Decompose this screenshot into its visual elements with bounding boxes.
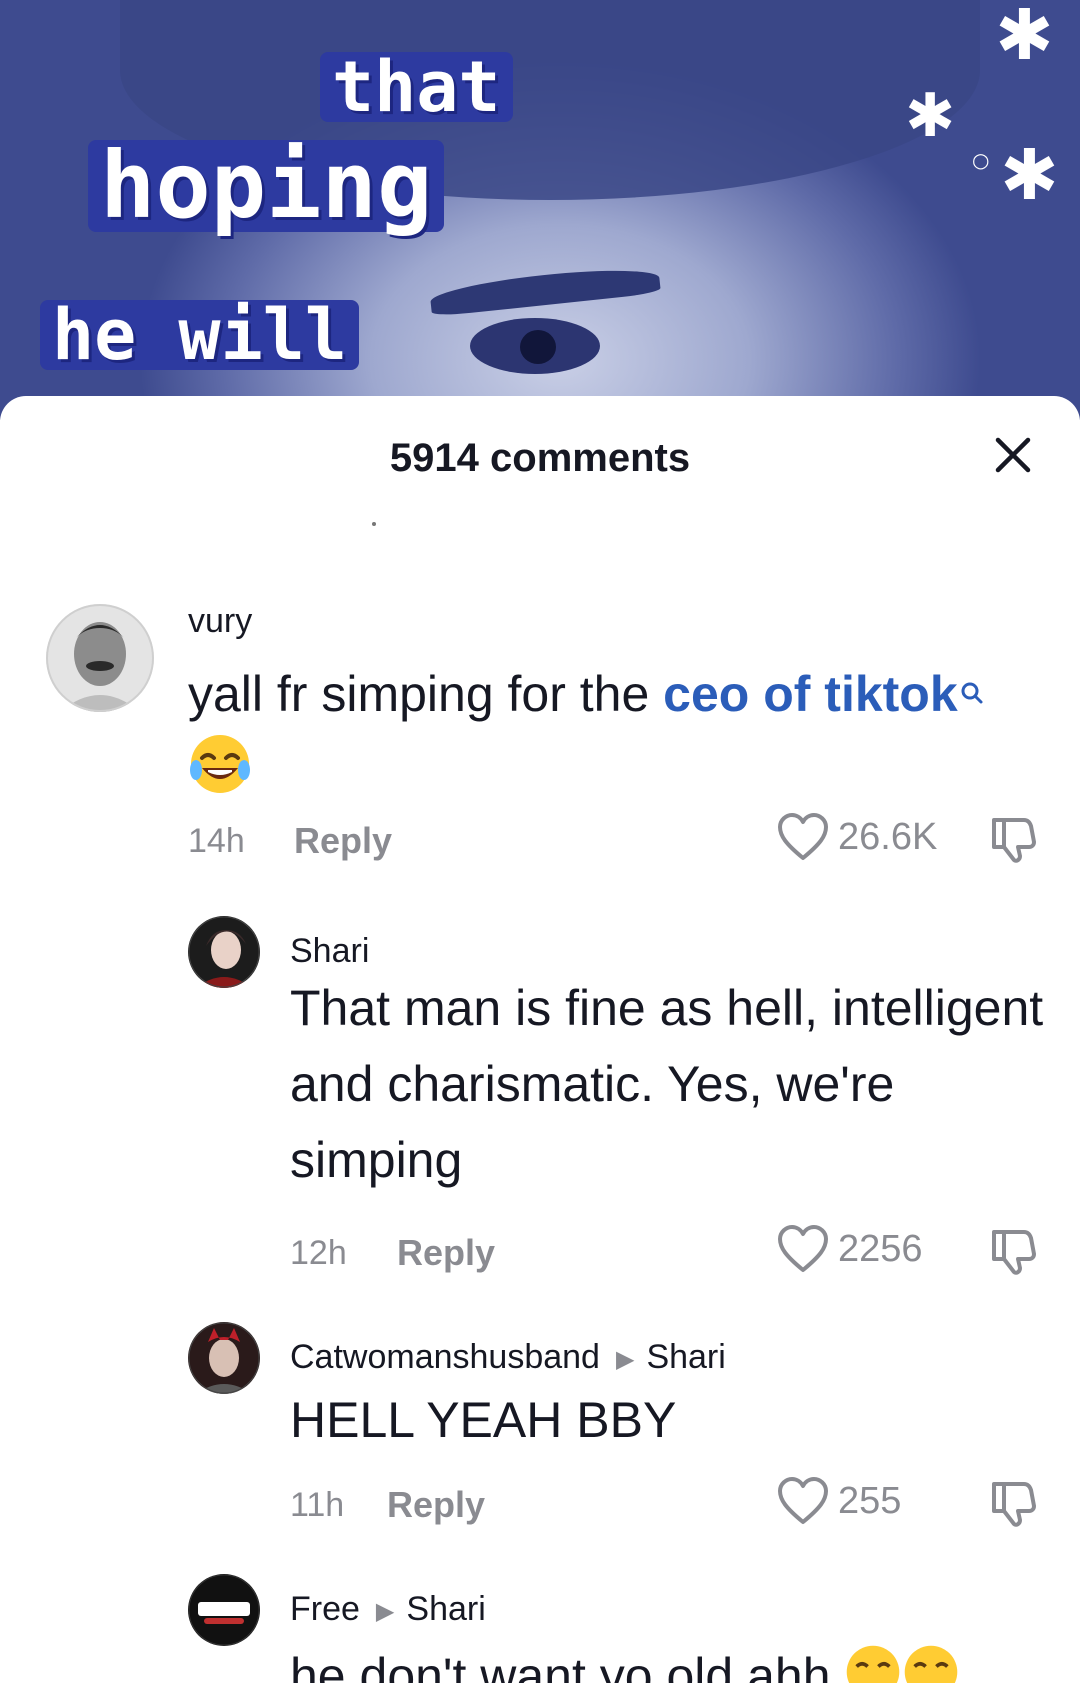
like-button[interactable]: 255 [776,1476,901,1526]
reply-comment-item: Free ▶ Shari he don't want yo old ahh [0,1574,1080,1701]
avatar-portrait-icon [188,1322,260,1394]
avatar-portrait-icon [188,916,260,988]
reply-comment-item: Shari That man is fine as hell, intellig… [0,916,1080,1276]
search-keyword-link[interactable]: ceo of tiktok [663,666,957,722]
comment-author[interactable]: Catwomanshusband [290,1338,600,1376]
comment-text: HELL YEAH BBY [290,1392,677,1448]
search-icon[interactable] [960,650,984,726]
video-caption-word: hoping [88,140,445,232]
video-caption-word: he will [40,300,360,370]
video-brow-shape [429,263,661,317]
video-background[interactable]: that hoping he will ✱ ✱ ✱ ○ [0,0,1080,420]
heart-icon [778,813,828,860]
video-caption-word: that [320,52,513,122]
sparkle-dot-icon: ○ [972,148,990,172]
dislike-button[interactable] [988,814,1038,869]
comment-text: That man is fine as hell, intelligent an… [290,980,1044,1188]
reply-button[interactable]: Reply [397,1232,495,1274]
sparkle-icon: ✱ [905,81,956,151]
dislike-button[interactable] [988,1478,1038,1533]
avatar[interactable] [188,1574,260,1646]
video-eye-shape [470,318,600,374]
reply-to-arrow-icon: ▶ [375,1597,395,1625]
reply-comment-item: Catwomanshusband ▶ Shari HELL YEAH BBY 11h… [0,1322,1080,1542]
like-button[interactable]: 26.6K [776,812,937,862]
comment-username[interactable]: vury [188,602,252,641]
comment-text: yall fr simping for the ceo of tiktok [188,656,1048,809]
thumbs-down-icon [992,818,1036,863]
like-button[interactable]: 2256 [776,1224,923,1274]
reply-button[interactable]: Reply [294,820,392,862]
like-count: 2256 [838,1227,923,1270]
comment-text-plain: yall fr simping for the [188,666,664,722]
avatar-portrait-icon [46,604,154,712]
comment-item: vury yall fr simping for the ceo of tikt… [0,600,1080,890]
reply-to-arrow-icon: ▶ [615,1345,635,1373]
comments-header: 5914 comments [0,396,1080,531]
comment-username[interactable]: Shari [290,932,369,971]
comment-time: 14h [188,822,245,860]
like-count: 255 [838,1479,902,1522]
sparkle-icon: ✱ [1000,134,1059,216]
laughing-tears-emoji-icon [188,732,252,809]
reply-to-user[interactable]: Shari [646,1338,725,1376]
heart-icon [778,1477,828,1524]
reply-to-user[interactable]: Shari [406,1590,485,1628]
sparkle-icon: ✱ [995,0,1054,76]
avatar[interactable] [46,604,154,712]
avatar[interactable] [188,916,260,988]
comment-author[interactable]: Free [290,1590,360,1628]
reply-button[interactable]: Reply [387,1484,485,1526]
dislike-button[interactable] [988,1226,1038,1281]
thumbs-down-icon [992,1482,1036,1527]
close-button[interactable] [990,432,1036,478]
like-count: 26.6K [838,815,938,858]
avatar-logo-icon [188,1574,260,1646]
thumbs-down-icon [992,1230,1036,1275]
comment-username: Free ▶ Shari [290,1590,486,1629]
comment-time: 11h [290,1486,345,1524]
close-icon [995,437,1031,473]
comment-username: Catwomanshusband ▶ Shari [290,1338,726,1377]
heart-icon [778,1225,828,1272]
avatar[interactable] [188,1322,260,1394]
bottom-mask [0,1683,1080,1701]
comments-count-title: 5914 comments [389,436,691,480]
header-dot [372,522,376,526]
comment-time: 12h [290,1234,347,1272]
